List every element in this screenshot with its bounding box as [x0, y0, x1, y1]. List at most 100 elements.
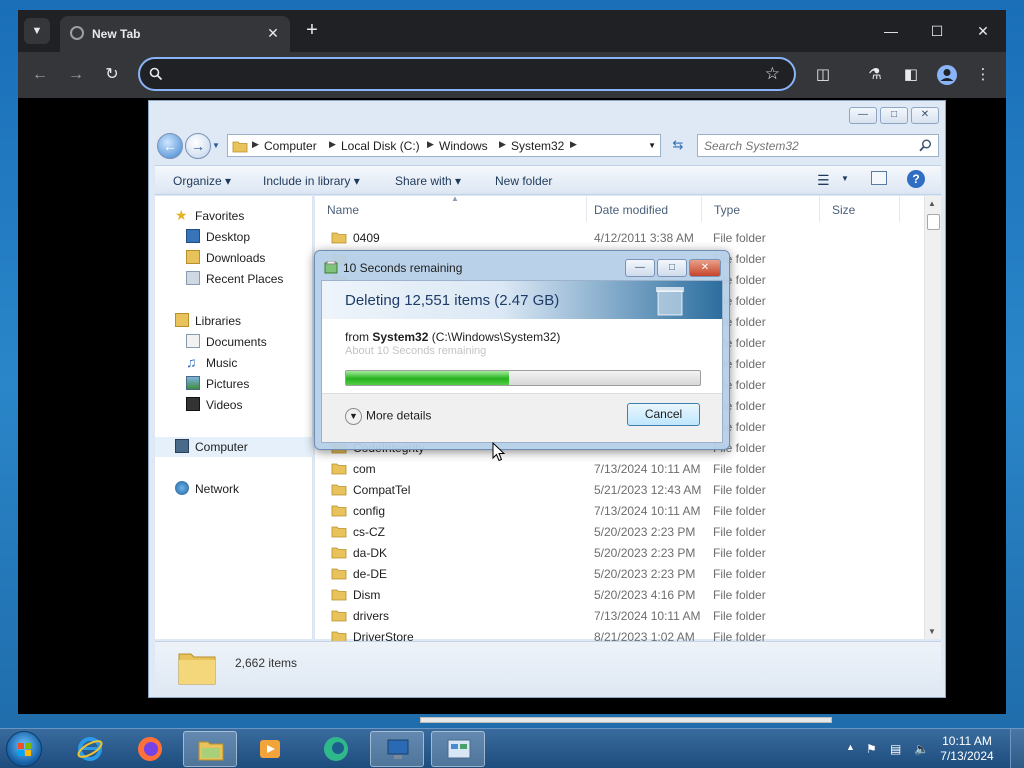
preview-pane-icon[interactable] [871, 171, 887, 185]
breadcrumb[interactable]: ▶ Computer ▶ Local Disk (C:) ▶ Windows ▶… [227, 134, 661, 157]
taskbar-media-player[interactable] [243, 731, 297, 767]
back-icon[interactable]: ← [28, 63, 52, 87]
explorer-maximize-button[interactable]: □ [880, 107, 908, 124]
new-folder-button[interactable]: New folder [495, 174, 552, 188]
side-panel-icon[interactable]: ◧ [900, 64, 922, 86]
view-dropdown-icon[interactable]: ▼ [841, 174, 849, 183]
globe-icon [70, 26, 84, 40]
profile-avatar-icon[interactable] [936, 64, 958, 86]
nav-favorites[interactable]: ★ Favorites [155, 206, 313, 226]
tab-new-tab[interactable]: New Tab ✕ [60, 16, 290, 52]
maximize-button[interactable]: ☐ [914, 18, 960, 44]
progress-fill [346, 371, 509, 385]
menu-kebab-icon[interactable]: ⋮ [972, 64, 994, 86]
labs-flask-icon[interactable]: ⚗ [864, 64, 886, 86]
network-tray-icon[interactable]: ▤ [890, 742, 901, 756]
search-box[interactable] [697, 134, 939, 157]
forward-button[interactable]: → [185, 133, 211, 159]
breadcrumb-local-disk[interactable]: Local Disk (C:) [341, 139, 420, 153]
taskbar-browser[interactable] [309, 731, 363, 767]
table-row[interactable]: cs-CZ 5/20/2023 2:23 PM File folder [315, 521, 915, 542]
address-dropdown-icon[interactable]: ▼ [648, 141, 656, 150]
bookmark-star-icon[interactable]: ☆ [765, 64, 780, 84]
tray-expand-icon[interactable]: ▲ [846, 742, 855, 752]
nav-recent-places[interactable]: Recent Places [155, 269, 313, 289]
organize-menu[interactable]: Organize ▾ [173, 174, 231, 188]
refresh-icon[interactable]: ⇆ [667, 134, 689, 157]
address-input[interactable] [172, 65, 752, 83]
table-row[interactable]: CompatTel 5/21/2023 12:43 AM File folder [315, 479, 915, 500]
system-clock[interactable]: 10:11 AM 7/13/2024 [934, 734, 1000, 764]
breadcrumb-windows[interactable]: Windows [439, 139, 488, 153]
breadcrumb-computer[interactable]: Computer [264, 139, 317, 153]
dialog-maximize-button[interactable]: □ [657, 259, 687, 277]
tab-title: New Tab [92, 27, 141, 41]
cancel-button[interactable]: Cancel [627, 403, 700, 426]
explorer-close-button[interactable]: ✕ [911, 107, 939, 124]
breadcrumb-system32[interactable]: System32 [511, 139, 564, 153]
table-row[interactable]: com 7/13/2024 10:11 AM File folder [315, 458, 915, 479]
column-header-name[interactable]: Name ▲ [315, 194, 587, 222]
column-header-type[interactable]: Type [702, 196, 820, 222]
close-tab-icon[interactable]: ✕ [264, 24, 282, 42]
more-details-toggle[interactable]: ▼ More details [345, 408, 431, 425]
show-desktop-button[interactable] [1010, 729, 1024, 768]
file-type: File folder [713, 609, 766, 623]
taskbar-explorer[interactable] [183, 731, 237, 767]
scroll-thumb[interactable] [927, 214, 940, 230]
table-row[interactable]: Dism 5/20/2023 4:16 PM File folder [315, 584, 915, 605]
taskbar-remote-desktop[interactable] [370, 731, 424, 767]
view-options-icon[interactable]: ☰ [817, 172, 830, 189]
volume-muted-icon[interactable]: 🔈 [914, 742, 929, 756]
nav-libraries[interactable]: Libraries [155, 311, 313, 331]
table-row[interactable]: de-DE 5/20/2023 2:23 PM File folder [315, 563, 915, 584]
clock-time: 10:11 AM [942, 734, 992, 748]
table-row[interactable]: config 7/13/2024 10:11 AM File folder [315, 500, 915, 521]
nav-pictures[interactable]: Pictures [155, 374, 313, 394]
taskbar-control-panel[interactable] [431, 731, 485, 767]
nav-network[interactable]: Network [155, 479, 313, 499]
nav-desktop[interactable]: Desktop [155, 227, 313, 247]
search-input[interactable] [704, 138, 914, 153]
minimize-button[interactable]: — [868, 18, 914, 44]
action-center-flag-icon[interactable]: ⚑ [866, 742, 877, 756]
column-header-date[interactable]: Date modified [582, 196, 702, 222]
table-row[interactable]: 0409 4/12/2011 3:38 AM File folder [315, 227, 915, 248]
delete-source-line: from System32 (C:\Windows\System32) [345, 330, 561, 344]
nav-documents[interactable]: Documents [155, 332, 313, 352]
recent-pages-chevron-icon[interactable]: ▼ [212, 141, 220, 150]
computer-monitor-icon [387, 739, 409, 759]
column-header-size[interactable]: Size [820, 196, 900, 222]
file-name: config [353, 504, 386, 518]
scroll-up-icon[interactable]: ▲ [928, 199, 936, 208]
folder-icon [331, 610, 347, 622]
file-type: File folder [713, 567, 766, 581]
table-row[interactable]: drivers 7/13/2024 10:11 AM File folder [315, 605, 915, 626]
address-bar[interactable]: ☆ [138, 57, 796, 91]
dialog-banner: Deleting 12,551 items (2.47 GB) [322, 281, 722, 319]
help-icon[interactable]: ? [907, 170, 925, 188]
nav-music[interactable]: ♫ Music [155, 353, 313, 373]
forward-icon[interactable]: → [64, 63, 88, 87]
close-window-button[interactable]: ✕ [960, 18, 1006, 44]
taskbar-internet-explorer[interactable] [63, 731, 117, 767]
horizontal-scrollbar[interactable] [420, 717, 832, 723]
dialog-close-button[interactable]: ✕ [689, 259, 721, 277]
tab-search-button[interactable]: ▼ [24, 18, 50, 44]
nav-downloads[interactable]: Downloads [155, 248, 313, 268]
scroll-down-icon[interactable]: ▼ [928, 627, 936, 636]
start-button[interactable] [6, 731, 42, 767]
explorer-minimize-button[interactable]: — [849, 107, 877, 124]
dialog-minimize-button[interactable]: — [625, 259, 655, 277]
reload-icon[interactable]: ↻ [100, 63, 124, 87]
taskbar-firefox[interactable] [123, 731, 177, 767]
include-in-library-menu[interactable]: Include in library ▾ [263, 174, 360, 188]
back-button[interactable]: ← [157, 133, 183, 159]
new-tab-button[interactable]: + [300, 19, 324, 43]
extensions-icon[interactable]: ◫ [812, 64, 834, 86]
nav-computer[interactable]: Computer [155, 437, 313, 457]
share-with-menu[interactable]: Share with ▾ [395, 174, 461, 188]
nav-videos[interactable]: Videos [155, 395, 313, 415]
vertical-scrollbar[interactable]: ▲ ▼ [924, 196, 941, 639]
table-row[interactable]: da-DK 5/20/2023 2:23 PM File folder [315, 542, 915, 563]
